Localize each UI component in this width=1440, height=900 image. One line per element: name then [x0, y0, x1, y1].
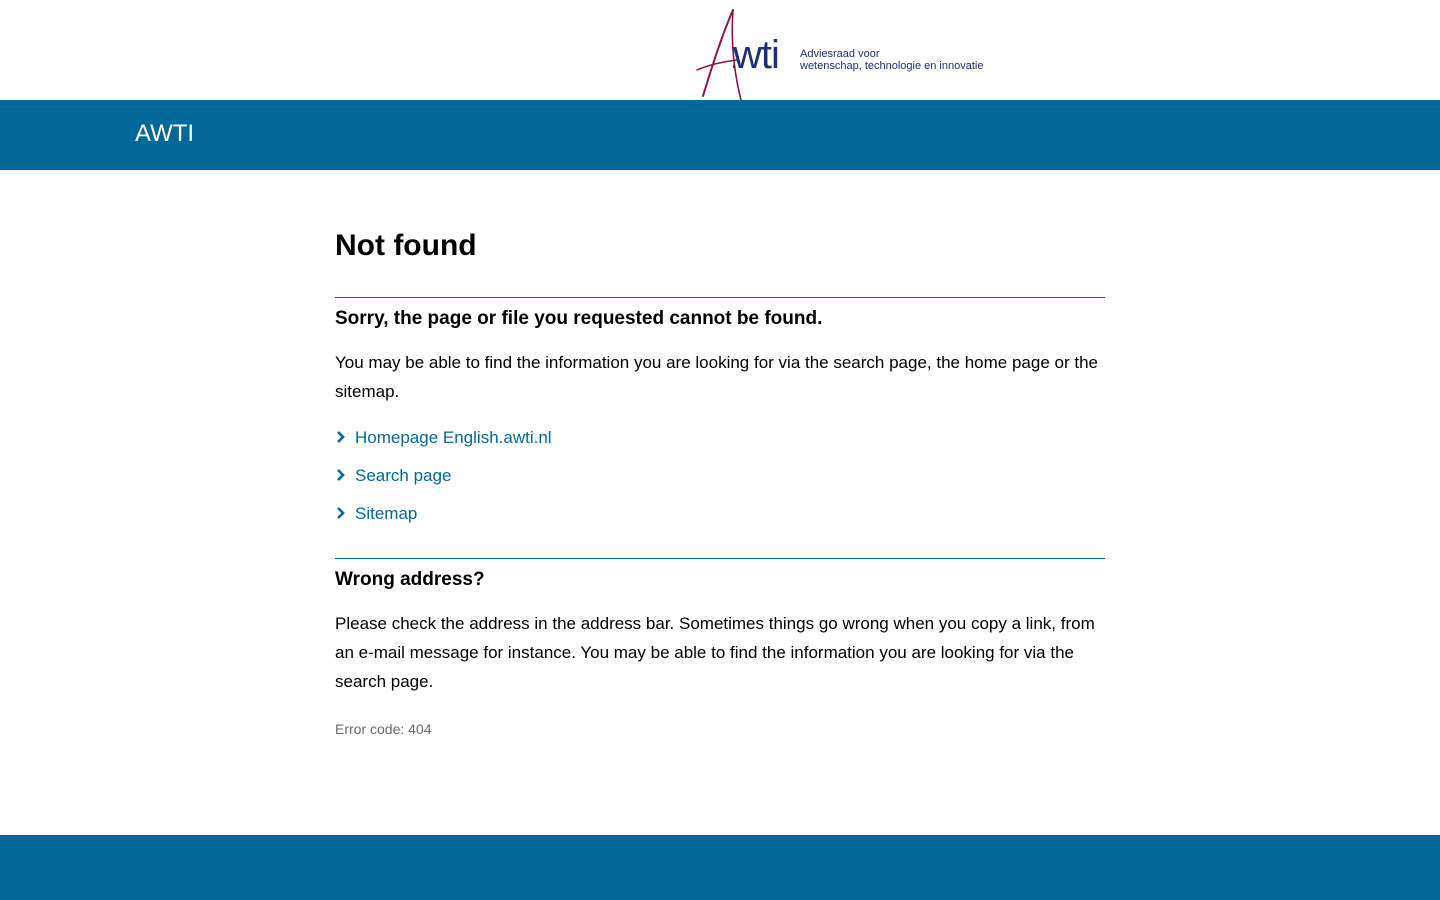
list-item: Search page — [335, 464, 1105, 502]
not-found-section: Sorry, the page or file you requested ca… — [335, 297, 1105, 540]
chevron-right-icon — [337, 507, 345, 519]
site-name-link[interactable]: AWTI — [135, 117, 194, 151]
not-found-heading: Sorry, the page or file you requested ca… — [335, 308, 823, 329]
not-found-description: You may be able to find the information … — [335, 353, 1098, 401]
wrong-address-section: Wrong address? Please check the address … — [335, 558, 1105, 696]
awti-logo[interactable]: Awti Adviesraad voor wetenschap, technol… — [693, 8, 993, 100]
suggested-links: Homepage English.awti.nl Search page Sit… — [335, 426, 1105, 540]
homepage-link[interactable]: Homepage English.awti.nl — [355, 426, 552, 449]
logo-tagline-line2: wetenschap, technologie en innovatie — [800, 60, 984, 72]
main-content: Not found Sorry, the page or file you re… — [335, 170, 1105, 739]
logo-tagline-line1: Adviesraad voor — [800, 48, 880, 60]
list-item: Homepage English.awti.nl — [335, 426, 1105, 464]
chevron-right-icon — [337, 431, 345, 443]
footer-bar — [0, 835, 1440, 900]
wrong-address-description: Please check the address in the address … — [335, 614, 1095, 691]
sitemap-link[interactable]: Sitemap — [355, 502, 417, 525]
chevron-right-icon — [337, 469, 345, 481]
error-code: Error code: 404 — [335, 721, 432, 737]
site-header-bar: AWTI — [0, 100, 1440, 170]
wrong-address-heading: Wrong address? — [335, 569, 485, 590]
page-title: Not found — [335, 229, 477, 262]
logo-tagline: Adviesraad voor wetenschap, technologie … — [800, 48, 983, 72]
list-item: Sitemap — [335, 502, 1105, 540]
search-page-link[interactable]: Search page — [355, 464, 451, 487]
logo-bar: Awti Adviesraad voor wetenschap, technol… — [0, 0, 1440, 100]
